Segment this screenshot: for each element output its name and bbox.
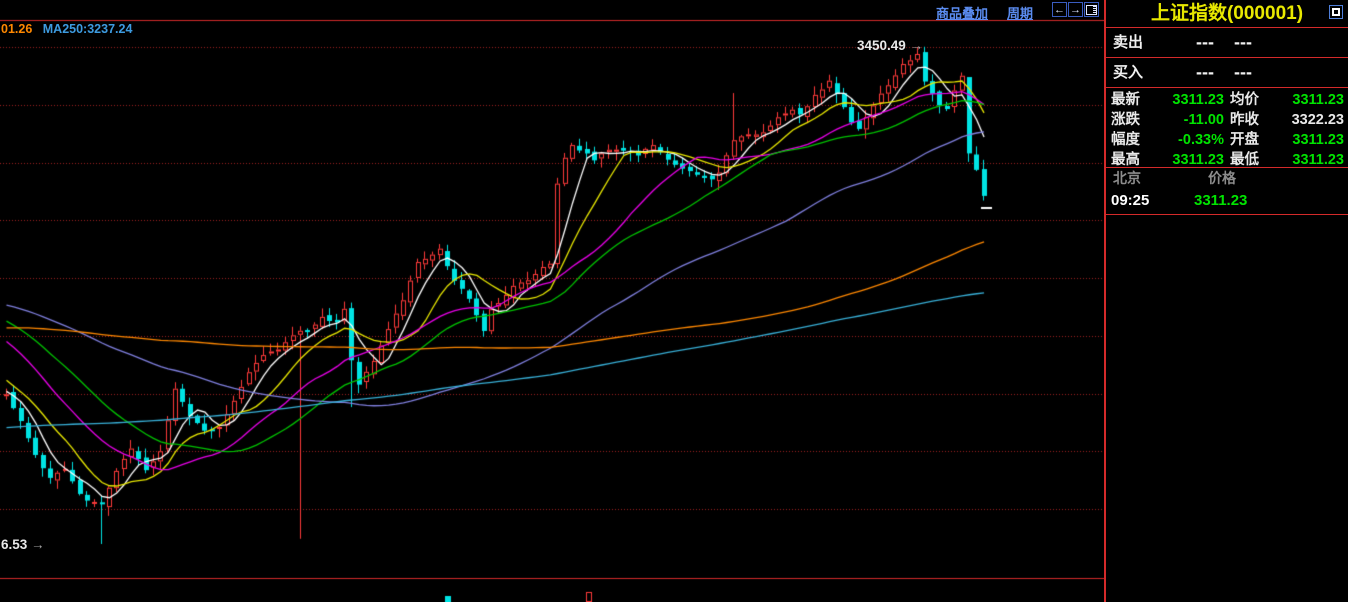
quote-panel: 上证指数(000001) 卖出 --- --- 买入 --- --- 最新 33… [1104, 0, 1348, 602]
tick-time: 09:25 [1111, 189, 1149, 213]
scroll-left-arrow-icon[interactable]: ← [1052, 2, 1067, 17]
buy-price-value: --- [1196, 58, 1214, 87]
ma250-label: MA250:3237.24 [43, 22, 133, 36]
stats-row: 涨跌 -11.00 昨收 3322.23 [1106, 110, 1348, 130]
stat-label: 涨跌 [1111, 110, 1140, 130]
ma120-partial-label: 01.26 [1, 22, 32, 36]
stat-value: -0.33% [1144, 130, 1224, 150]
stat-label: 最新 [1111, 90, 1140, 110]
low-arrow-icon: → [31, 537, 45, 552]
stats-row: 最新 3311.23 均价 3311.23 [1106, 90, 1348, 110]
stat-label: 昨收 [1230, 110, 1259, 130]
tick-header: 北京 价格 [1106, 168, 1348, 188]
stats-row: 幅度 -0.33% 开盘 3311.23 [1106, 130, 1348, 150]
buy-volume-value: --- [1234, 58, 1252, 87]
buy-label: 买入 [1113, 58, 1143, 87]
tick-header-price: 价格 [1208, 168, 1236, 188]
sell-row: 卖出 --- --- [1106, 28, 1348, 58]
buy-row: 买入 --- --- [1106, 58, 1348, 88]
period-link[interactable]: 周期 [1007, 3, 1033, 22]
stat-value: 3311.23 [1264, 130, 1344, 150]
high-arrow-icon: → [910, 38, 924, 53]
scroll-right-arrow-icon[interactable]: → [1068, 2, 1083, 17]
tick-header-exchange: 北京 [1113, 168, 1141, 188]
low-price-label: 6.53 [1, 537, 27, 552]
tick-price: 3311.23 [1194, 189, 1247, 213]
stat-label: 均价 [1230, 90, 1259, 110]
trading-terminal: 商品叠加 周期 ← → 01.26 MA250:3237.24 3450.49 … [0, 0, 1348, 602]
sell-price-value: --- [1196, 28, 1214, 57]
instrument-title: 上证指数(000001) [1106, 0, 1348, 28]
tile-view-icon[interactable] [1084, 2, 1099, 17]
stat-value: 3311.23 [1264, 90, 1344, 110]
stat-value: 3322.23 [1264, 110, 1344, 130]
restore-window-icon[interactable] [1329, 5, 1343, 19]
high-price-annotation: 3450.49 → [857, 38, 923, 53]
high-price-label: 3450.49 [857, 38, 906, 53]
stat-value: 3311.23 [1144, 90, 1224, 110]
sell-volume-value: --- [1234, 28, 1252, 57]
overlay-instrument-link[interactable]: 商品叠加 [936, 3, 988, 22]
panel-divider [1106, 214, 1348, 215]
stat-label: 开盘 [1230, 130, 1259, 150]
low-price-annotation: 6.53 → [1, 537, 45, 552]
sell-label: 卖出 [1113, 28, 1143, 57]
toolbar-buttons: ← → [1052, 2, 1099, 17]
kline-chart-canvas[interactable] [0, 0, 1104, 602]
tick-row[interactable]: 09:25 3311.23 [1106, 189, 1348, 213]
stat-label: 幅度 [1111, 130, 1140, 150]
stat-value: -11.00 [1144, 110, 1224, 130]
ma-value-labels: 01.26 MA250:3237.24 [1, 22, 132, 36]
